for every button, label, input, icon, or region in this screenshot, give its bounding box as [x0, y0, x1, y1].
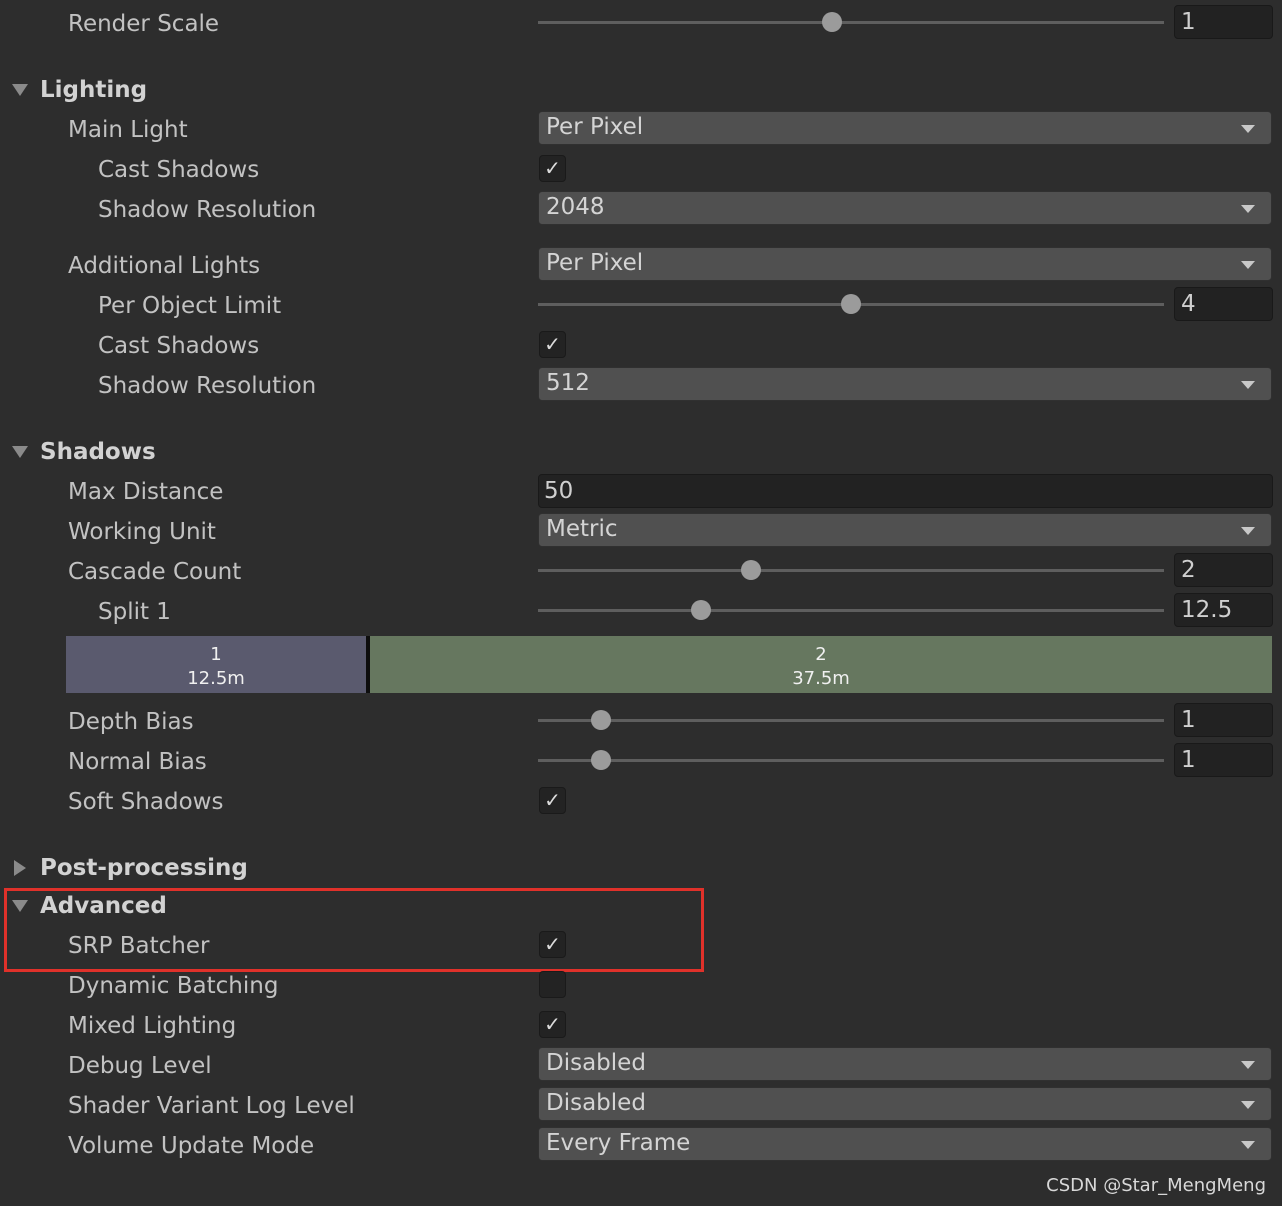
lighting-section-header[interactable]: Lighting [40, 75, 147, 105]
watermark: CSDN @Star_MengMeng [1046, 1175, 1266, 1196]
soft-shadows-label: Soft Shadows [68, 789, 224, 815]
cascade-count-value-field[interactable]: 2 [1174, 553, 1273, 587]
render-scale-slider-track[interactable] [538, 21, 1164, 24]
main-shadow-resolution-dropdown[interactable]: 2048 [538, 191, 1272, 225]
cascade-1-index: 1 [210, 644, 222, 665]
lighting-foldout-arrow-icon[interactable] [12, 84, 28, 96]
additional-lights-dropdown-value: Per Pixel [546, 250, 644, 276]
post-processing-foldout-arrow-icon[interactable] [14, 860, 26, 876]
working-unit-label: Working Unit [68, 519, 216, 545]
additional-lights-dropdown[interactable]: Per Pixel [538, 247, 1272, 281]
max-distance-label: Max Distance [68, 479, 224, 505]
chevron-down-icon [1241, 205, 1255, 213]
normal-bias-slider-track[interactable] [538, 759, 1164, 762]
additional-cast-shadows-checkbox[interactable]: ✓ [539, 331, 566, 358]
volume-update-mode-label: Volume Update Mode [68, 1133, 315, 1159]
main-shadow-resolution-dropdown-value: 2048 [546, 194, 605, 220]
shadows-section-header[interactable]: Shadows [40, 437, 156, 467]
cascade-count-slider-track[interactable] [538, 569, 1164, 572]
per-object-limit-value-field[interactable]: 4 [1174, 287, 1273, 321]
cascade-segment-2[interactable]: 2 37.5m [370, 636, 1272, 693]
additional-lights-label: Additional Lights [68, 253, 261, 279]
mixed-lighting-checkbox[interactable]: ✓ [539, 1011, 566, 1038]
chevron-down-icon [1241, 125, 1255, 133]
post-processing-section-header[interactable]: Post-processing [40, 853, 248, 883]
split-1-slider-knob[interactable] [690, 600, 711, 620]
working-unit-dropdown[interactable]: Metric [538, 513, 1272, 547]
main-cast-shadows-label: Cast Shadows [98, 157, 260, 183]
additional-shadow-resolution-label: Shadow Resolution [98, 373, 317, 399]
chevron-down-icon [1241, 381, 1255, 389]
main-light-label: Main Light [68, 117, 188, 143]
main-cast-shadows-checkbox[interactable]: ✓ [539, 155, 566, 182]
dynamic-batching-checkbox[interactable] [539, 971, 566, 998]
cascade-2-distance: 37.5m [792, 668, 850, 689]
soft-shadows-checkbox[interactable]: ✓ [539, 787, 566, 814]
depth-bias-slider-knob[interactable] [590, 710, 611, 730]
render-scale-label: Render Scale [68, 11, 220, 37]
split-1-slider-track[interactable] [538, 609, 1164, 612]
debug-level-label: Debug Level [68, 1053, 212, 1079]
volume-update-mode-dropdown-value: Every Frame [546, 1130, 691, 1156]
additional-cast-shadows-label: Cast Shadows [98, 333, 260, 359]
cascade-count-slider-knob[interactable] [740, 560, 761, 580]
cascade-1-distance: 12.5m [187, 668, 245, 689]
normal-bias-slider-knob[interactable] [590, 750, 611, 770]
highlight-box [4, 888, 704, 972]
cascade-split-bar[interactable]: 1 12.5m 2 37.5m [66, 636, 1272, 693]
chevron-down-icon [1241, 1101, 1255, 1109]
mixed-lighting-label: Mixed Lighting [68, 1013, 237, 1039]
shadows-foldout-arrow-icon[interactable] [12, 446, 28, 458]
debug-level-dropdown[interactable]: Disabled [538, 1047, 1272, 1081]
chevron-down-icon [1241, 527, 1255, 535]
additional-shadow-resolution-dropdown-value: 512 [546, 370, 590, 396]
working-unit-dropdown-value: Metric [546, 516, 618, 542]
main-shadow-resolution-label: Shadow Resolution [98, 197, 317, 223]
shader-variant-log-level-label: Shader Variant Log Level [68, 1093, 355, 1119]
cascade-2-index: 2 [815, 644, 827, 665]
depth-bias-label: Depth Bias [68, 709, 194, 735]
main-light-dropdown[interactable]: Per Pixel [538, 111, 1272, 145]
normal-bias-label: Normal Bias [68, 749, 207, 775]
depth-bias-value-field[interactable]: 1 [1174, 703, 1273, 737]
chevron-down-icon [1241, 1061, 1255, 1069]
per-object-limit-label: Per Object Limit [98, 293, 282, 319]
debug-level-dropdown-value: Disabled [546, 1050, 646, 1076]
max-distance-field[interactable]: 50 [538, 474, 1273, 508]
cascade-count-label: Cascade Count [68, 559, 242, 585]
split-1-value-field[interactable]: 12.5 [1174, 593, 1273, 627]
per-object-limit-slider-knob[interactable] [841, 294, 861, 314]
dynamic-batching-label: Dynamic Batching [68, 973, 279, 999]
render-scale-value-field[interactable]: 1 [1174, 5, 1273, 39]
split-1-label: Split 1 [98, 599, 171, 625]
normal-bias-value-field[interactable]: 1 [1174, 743, 1273, 777]
shader-variant-log-level-dropdown[interactable]: Disabled [538, 1087, 1272, 1121]
chevron-down-icon [1241, 1141, 1255, 1149]
main-light-dropdown-value: Per Pixel [546, 114, 644, 140]
cascade-segment-1[interactable]: 1 12.5m [66, 636, 366, 693]
shader-variant-log-level-dropdown-value: Disabled [546, 1090, 646, 1116]
volume-update-mode-dropdown[interactable]: Every Frame [538, 1127, 1272, 1161]
render-scale-slider-knob[interactable] [822, 12, 843, 32]
depth-bias-slider-track[interactable] [538, 719, 1164, 722]
additional-shadow-resolution-dropdown[interactable]: 512 [538, 367, 1272, 401]
chevron-down-icon [1241, 261, 1255, 269]
